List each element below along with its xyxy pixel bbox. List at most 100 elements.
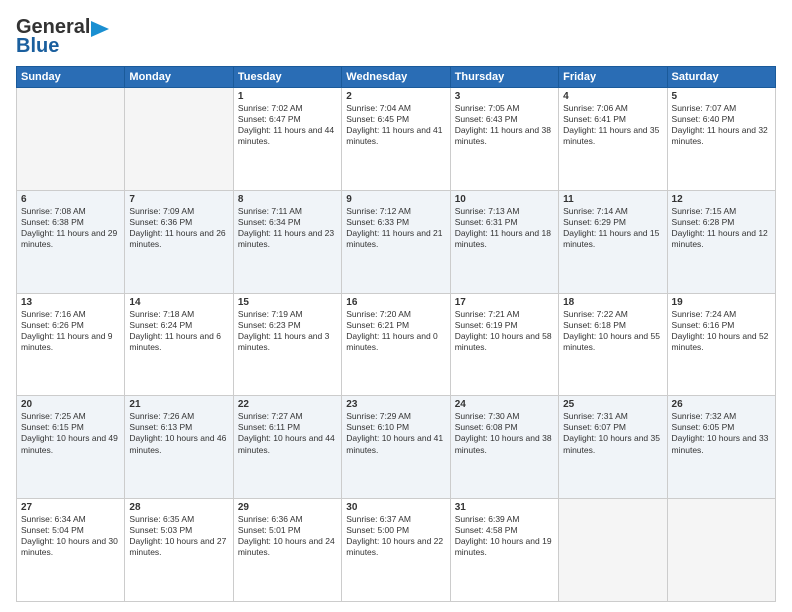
day-info: Sunrise: 7:09 AM Sunset: 6:36 PM Dayligh… [129, 206, 228, 250]
calendar-cell: 11Sunrise: 7:14 AM Sunset: 6:29 PM Dayli… [559, 190, 667, 293]
day-number: 16 [346, 297, 445, 308]
day-number: 24 [455, 399, 554, 410]
calendar-cell: 24Sunrise: 7:30 AM Sunset: 6:08 PM Dayli… [450, 396, 558, 499]
calendar-day-header: Sunday [17, 67, 125, 88]
calendar-week-row: 6Sunrise: 7:08 AM Sunset: 6:38 PM Daylig… [17, 190, 776, 293]
day-number: 8 [238, 194, 337, 205]
day-number: 5 [672, 91, 771, 102]
day-number: 17 [455, 297, 554, 308]
day-number: 2 [346, 91, 445, 102]
day-info: Sunrise: 7:13 AM Sunset: 6:31 PM Dayligh… [455, 206, 554, 250]
calendar-day-header: Monday [125, 67, 233, 88]
day-info: Sunrise: 7:12 AM Sunset: 6:33 PM Dayligh… [346, 206, 445, 250]
calendar-cell: 19Sunrise: 7:24 AM Sunset: 6:16 PM Dayli… [667, 293, 775, 396]
day-info: Sunrise: 7:16 AM Sunset: 6:26 PM Dayligh… [21, 309, 120, 353]
day-info: Sunrise: 7:25 AM Sunset: 6:15 PM Dayligh… [21, 411, 120, 455]
calendar-cell [559, 499, 667, 602]
calendar-cell: 6Sunrise: 7:08 AM Sunset: 6:38 PM Daylig… [17, 190, 125, 293]
day-number: 22 [238, 399, 337, 410]
day-number: 7 [129, 194, 228, 205]
calendar-cell: 21Sunrise: 7:26 AM Sunset: 6:13 PM Dayli… [125, 396, 233, 499]
calendar-cell: 26Sunrise: 7:32 AM Sunset: 6:05 PM Dayli… [667, 396, 775, 499]
calendar-cell: 13Sunrise: 7:16 AM Sunset: 6:26 PM Dayli… [17, 293, 125, 396]
day-info: Sunrise: 7:05 AM Sunset: 6:43 PM Dayligh… [455, 103, 554, 147]
day-info: Sunrise: 7:19 AM Sunset: 6:23 PM Dayligh… [238, 309, 337, 353]
calendar-cell: 12Sunrise: 7:15 AM Sunset: 6:28 PM Dayli… [667, 190, 775, 293]
day-number: 1 [238, 91, 337, 102]
calendar-cell: 17Sunrise: 7:21 AM Sunset: 6:19 PM Dayli… [450, 293, 558, 396]
calendar-cell: 10Sunrise: 7:13 AM Sunset: 6:31 PM Dayli… [450, 190, 558, 293]
day-info: Sunrise: 7:22 AM Sunset: 6:18 PM Dayligh… [563, 309, 662, 353]
day-number: 29 [238, 502, 337, 513]
day-info: Sunrise: 7:29 AM Sunset: 6:10 PM Dayligh… [346, 411, 445, 455]
day-number: 19 [672, 297, 771, 308]
calendar-cell: 29Sunrise: 6:36 AM Sunset: 5:01 PM Dayli… [233, 499, 341, 602]
calendar-cell: 7Sunrise: 7:09 AM Sunset: 6:36 PM Daylig… [125, 190, 233, 293]
calendar-week-row: 27Sunrise: 6:34 AM Sunset: 5:04 PM Dayli… [17, 499, 776, 602]
day-info: Sunrise: 7:26 AM Sunset: 6:13 PM Dayligh… [129, 411, 228, 455]
calendar-cell: 22Sunrise: 7:27 AM Sunset: 6:11 PM Dayli… [233, 396, 341, 499]
calendar-cell [667, 499, 775, 602]
day-number: 31 [455, 502, 554, 513]
day-number: 21 [129, 399, 228, 410]
day-number: 9 [346, 194, 445, 205]
day-number: 30 [346, 502, 445, 513]
calendar-cell: 25Sunrise: 7:31 AM Sunset: 6:07 PM Dayli… [559, 396, 667, 499]
day-number: 11 [563, 194, 662, 205]
calendar-cell: 20Sunrise: 7:25 AM Sunset: 6:15 PM Dayli… [17, 396, 125, 499]
day-info: Sunrise: 6:37 AM Sunset: 5:00 PM Dayligh… [346, 514, 445, 558]
day-info: Sunrise: 7:31 AM Sunset: 6:07 PM Dayligh… [563, 411, 662, 455]
day-info: Sunrise: 6:39 AM Sunset: 4:58 PM Dayligh… [455, 514, 554, 558]
calendar-cell: 14Sunrise: 7:18 AM Sunset: 6:24 PM Dayli… [125, 293, 233, 396]
day-number: 3 [455, 91, 554, 102]
day-info: Sunrise: 7:24 AM Sunset: 6:16 PM Dayligh… [672, 309, 771, 353]
day-number: 6 [21, 194, 120, 205]
day-number: 10 [455, 194, 554, 205]
calendar-cell: 30Sunrise: 6:37 AM Sunset: 5:00 PM Dayli… [342, 499, 450, 602]
day-info: Sunrise: 7:30 AM Sunset: 6:08 PM Dayligh… [455, 411, 554, 455]
calendar-cell: 28Sunrise: 6:35 AM Sunset: 5:03 PM Dayli… [125, 499, 233, 602]
day-number: 25 [563, 399, 662, 410]
calendar-cell [17, 88, 125, 191]
logo: General Blue [16, 16, 109, 58]
calendar-cell: 2Sunrise: 7:04 AM Sunset: 6:45 PM Daylig… [342, 88, 450, 191]
calendar-cell: 8Sunrise: 7:11 AM Sunset: 6:34 PM Daylig… [233, 190, 341, 293]
calendar-cell: 1Sunrise: 7:02 AM Sunset: 6:47 PM Daylig… [233, 88, 341, 191]
calendar-day-header: Friday [559, 67, 667, 88]
calendar-cell: 9Sunrise: 7:12 AM Sunset: 6:33 PM Daylig… [342, 190, 450, 293]
calendar-cell: 23Sunrise: 7:29 AM Sunset: 6:10 PM Dayli… [342, 396, 450, 499]
calendar-cell [125, 88, 233, 191]
calendar-day-header: Thursday [450, 67, 558, 88]
day-number: 28 [129, 502, 228, 513]
calendar-week-row: 1Sunrise: 7:02 AM Sunset: 6:47 PM Daylig… [17, 88, 776, 191]
day-info: Sunrise: 7:32 AM Sunset: 6:05 PM Dayligh… [672, 411, 771, 455]
day-number: 23 [346, 399, 445, 410]
day-number: 26 [672, 399, 771, 410]
day-number: 12 [672, 194, 771, 205]
day-info: Sunrise: 7:02 AM Sunset: 6:47 PM Dayligh… [238, 103, 337, 147]
calendar-cell: 16Sunrise: 7:20 AM Sunset: 6:21 PM Dayli… [342, 293, 450, 396]
day-info: Sunrise: 7:07 AM Sunset: 6:40 PM Dayligh… [672, 103, 771, 147]
day-number: 15 [238, 297, 337, 308]
day-info: Sunrise: 6:35 AM Sunset: 5:03 PM Dayligh… [129, 514, 228, 558]
day-info: Sunrise: 7:15 AM Sunset: 6:28 PM Dayligh… [672, 206, 771, 250]
calendar-cell: 3Sunrise: 7:05 AM Sunset: 6:43 PM Daylig… [450, 88, 558, 191]
day-number: 13 [21, 297, 120, 308]
day-number: 20 [21, 399, 120, 410]
day-info: Sunrise: 7:11 AM Sunset: 6:34 PM Dayligh… [238, 206, 337, 250]
calendar-cell: 5Sunrise: 7:07 AM Sunset: 6:40 PM Daylig… [667, 88, 775, 191]
day-info: Sunrise: 7:21 AM Sunset: 6:19 PM Dayligh… [455, 309, 554, 353]
calendar-header-row: SundayMondayTuesdayWednesdayThursdayFrid… [17, 67, 776, 88]
calendar-cell: 31Sunrise: 6:39 AM Sunset: 4:58 PM Dayli… [450, 499, 558, 602]
day-number: 14 [129, 297, 228, 308]
day-info: Sunrise: 7:18 AM Sunset: 6:24 PM Dayligh… [129, 309, 228, 353]
calendar-day-header: Saturday [667, 67, 775, 88]
day-info: Sunrise: 7:27 AM Sunset: 6:11 PM Dayligh… [238, 411, 337, 455]
page-header: General Blue [16, 16, 776, 58]
day-info: Sunrise: 7:06 AM Sunset: 6:41 PM Dayligh… [563, 103, 662, 147]
calendar-week-row: 13Sunrise: 7:16 AM Sunset: 6:26 PM Dayli… [17, 293, 776, 396]
day-info: Sunrise: 7:20 AM Sunset: 6:21 PM Dayligh… [346, 309, 445, 353]
day-info: Sunrise: 7:08 AM Sunset: 6:38 PM Dayligh… [21, 206, 120, 250]
calendar-cell: 18Sunrise: 7:22 AM Sunset: 6:18 PM Dayli… [559, 293, 667, 396]
day-number: 27 [21, 502, 120, 513]
